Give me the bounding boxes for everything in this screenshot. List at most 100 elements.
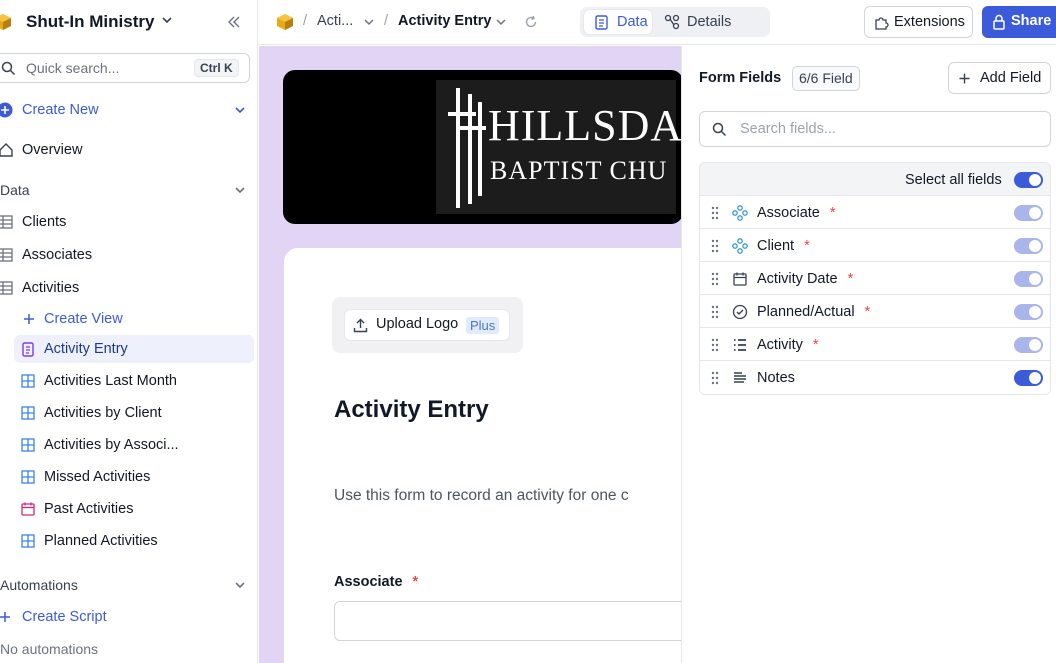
table-icon <box>0 215 13 229</box>
extensions-label: Extensions <box>894 14 965 30</box>
breadcrumb-separator: / <box>303 13 308 29</box>
banner-text-line2: BAPTIST CHU <box>490 156 668 185</box>
collapse-sidebar-icon[interactable] <box>226 14 242 30</box>
calendar-view-icon <box>21 502 35 516</box>
link-icon <box>732 205 748 221</box>
field-row-client[interactable]: Client * <box>700 229 1050 262</box>
chevron-down-icon[interactable] <box>233 103 247 117</box>
workspace-logo-icon <box>0 14 11 30</box>
field-toggle[interactable] <box>1014 205 1043 221</box>
create-script-label: Create Script <box>22 609 107 625</box>
plus-circle-icon <box>0 102 13 118</box>
base-logo-icon[interactable] <box>276 13 294 31</box>
chevron-down-icon[interactable] <box>363 16 375 28</box>
chevron-down-icon[interactable] <box>233 183 247 197</box>
sidebar-view-missed-activities[interactable]: Missed Activities <box>0 464 258 490</box>
chevron-down-icon[interactable] <box>233 578 247 592</box>
top-bar: / Acti... / Activity Entry Data Details … <box>258 0 1056 45</box>
clients-label: Clients <box>22 214 67 230</box>
refresh-icon[interactable] <box>524 15 538 29</box>
field-toggle[interactable] <box>1014 238 1043 254</box>
banner-text-line1: HILLSDA <box>488 101 681 150</box>
sidebar-item-clients[interactable]: Clients <box>0 209 258 235</box>
drag-handle-icon[interactable] <box>710 272 720 286</box>
field-list: Select all fields Associate * Client * Act… <box>699 162 1051 395</box>
form-title[interactable]: Activity Entry <box>334 396 489 424</box>
sidebar-item-associates[interactable]: Associates <box>0 242 258 268</box>
workspace-header[interactable]: Shut-In Ministry <box>0 0 258 44</box>
tab-details[interactable]: Details <box>658 10 758 34</box>
sidebar-item-overview[interactable]: Overview <box>0 137 258 163</box>
field-name: Associate * <box>757 205 836 221</box>
required-marker: * <box>412 574 419 590</box>
view-label: Activities by Client <box>44 405 162 421</box>
view-label: Past Activities <box>44 501 134 517</box>
create-new-button[interactable]: Create New <box>0 97 258 123</box>
grid-view-icon <box>21 534 35 548</box>
sidebar-view-activities-by-associate[interactable]: Activities by Associ... <box>0 432 258 458</box>
search-placeholder: Quick search... <box>26 60 120 76</box>
field-name: Planned/Actual * <box>757 304 871 320</box>
form-description[interactable]: Use this form to record an activity for … <box>334 487 629 505</box>
field-toggle[interactable] <box>1014 337 1043 353</box>
field-toggle[interactable] <box>1014 304 1043 320</box>
workspace-name: Shut-In Ministry <box>26 12 155 31</box>
drag-handle-icon[interactable] <box>710 206 720 220</box>
form-canvas: HILLSDA BAPTIST CHU Upload Logo Plus Act… <box>259 46 681 663</box>
sidebar-item-activities[interactable]: Activities <box>0 275 258 301</box>
add-field-button[interactable]: Add Field <box>948 62 1051 94</box>
upload-logo-button[interactable]: Upload Logo Plus <box>344 309 510 341</box>
breadcrumb-table[interactable]: Acti... <box>317 13 353 29</box>
field-toggle[interactable] <box>1014 271 1043 287</box>
field-name: Client * <box>757 238 810 254</box>
sidebar-view-past-activities[interactable]: Past Activities <box>0 496 258 522</box>
sidebar-view-activities-by-client[interactable]: Activities by Client <box>0 400 258 426</box>
cross-icon <box>448 88 486 208</box>
details-icon <box>664 14 680 30</box>
field-row-planned-actual[interactable]: Planned/Actual * <box>700 295 1050 328</box>
drag-handle-icon[interactable] <box>710 338 720 352</box>
puzzle-icon <box>875 17 889 30</box>
lock-icon <box>993 14 1005 30</box>
create-view-button[interactable]: Create View <box>0 306 258 332</box>
sidebar-view-activities-last-month[interactable]: Activities Last Month <box>0 368 258 394</box>
select-all-toggle[interactable] <box>1014 172 1043 188</box>
add-field-label: Add Field <box>980 70 1042 86</box>
required-marker: * <box>829 205 836 221</box>
drag-handle-icon[interactable] <box>710 305 720 319</box>
field-search-input[interactable]: Search fields... <box>699 111 1051 147</box>
field-row-activity[interactable]: Activity * <box>700 328 1050 361</box>
chevron-down-icon[interactable] <box>495 16 507 28</box>
create-script-button[interactable]: Create Script <box>0 604 258 630</box>
search-icon <box>712 122 727 137</box>
required-marker: * <box>804 238 810 254</box>
field-row-notes[interactable]: Notes <box>700 361 1050 394</box>
associate-input[interactable] <box>334 601 681 641</box>
tab-data[interactable]: Data <box>584 10 652 34</box>
overview-label: Overview <box>22 142 83 158</box>
field-row-activity-date[interactable]: Activity Date * <box>700 262 1050 295</box>
plus-icon <box>0 612 10 622</box>
grid-view-icon <box>21 406 35 420</box>
share-button[interactable]: Share <box>982 6 1056 38</box>
view-label: Activities Last Month <box>44 373 177 389</box>
upload-logo-area: Upload Logo Plus <box>332 297 523 353</box>
panel-title: Form Fields <box>699 70 782 86</box>
view-label: Activities by Associ... <box>44 437 179 453</box>
sidebar: Shut-In Ministry Quick search... Ctrl K … <box>0 0 258 663</box>
field-row-associate[interactable]: Associate * <box>700 196 1050 229</box>
breadcrumb-view[interactable]: Activity Entry <box>398 13 491 29</box>
sidebar-view-activity-entry[interactable]: Activity Entry <box>0 336 258 362</box>
drag-handle-icon[interactable] <box>710 239 720 253</box>
view-mode-toggle: Data Details <box>580 7 770 37</box>
extensions-button[interactable]: Extensions <box>864 6 973 38</box>
field-toggle[interactable] <box>1014 370 1043 386</box>
form-icon <box>22 342 34 357</box>
drag-handle-icon[interactable] <box>710 371 720 385</box>
breadcrumb-separator: / <box>384 13 389 29</box>
create-new-label: Create New <box>22 102 99 118</box>
sidebar-view-planned-activities[interactable]: Planned Activities <box>0 528 258 554</box>
chevron-down-icon[interactable] <box>160 13 174 27</box>
quick-search-input[interactable]: Quick search... Ctrl K <box>0 53 250 83</box>
form-banner[interactable]: HILLSDA BAPTIST CHU <box>283 70 681 224</box>
